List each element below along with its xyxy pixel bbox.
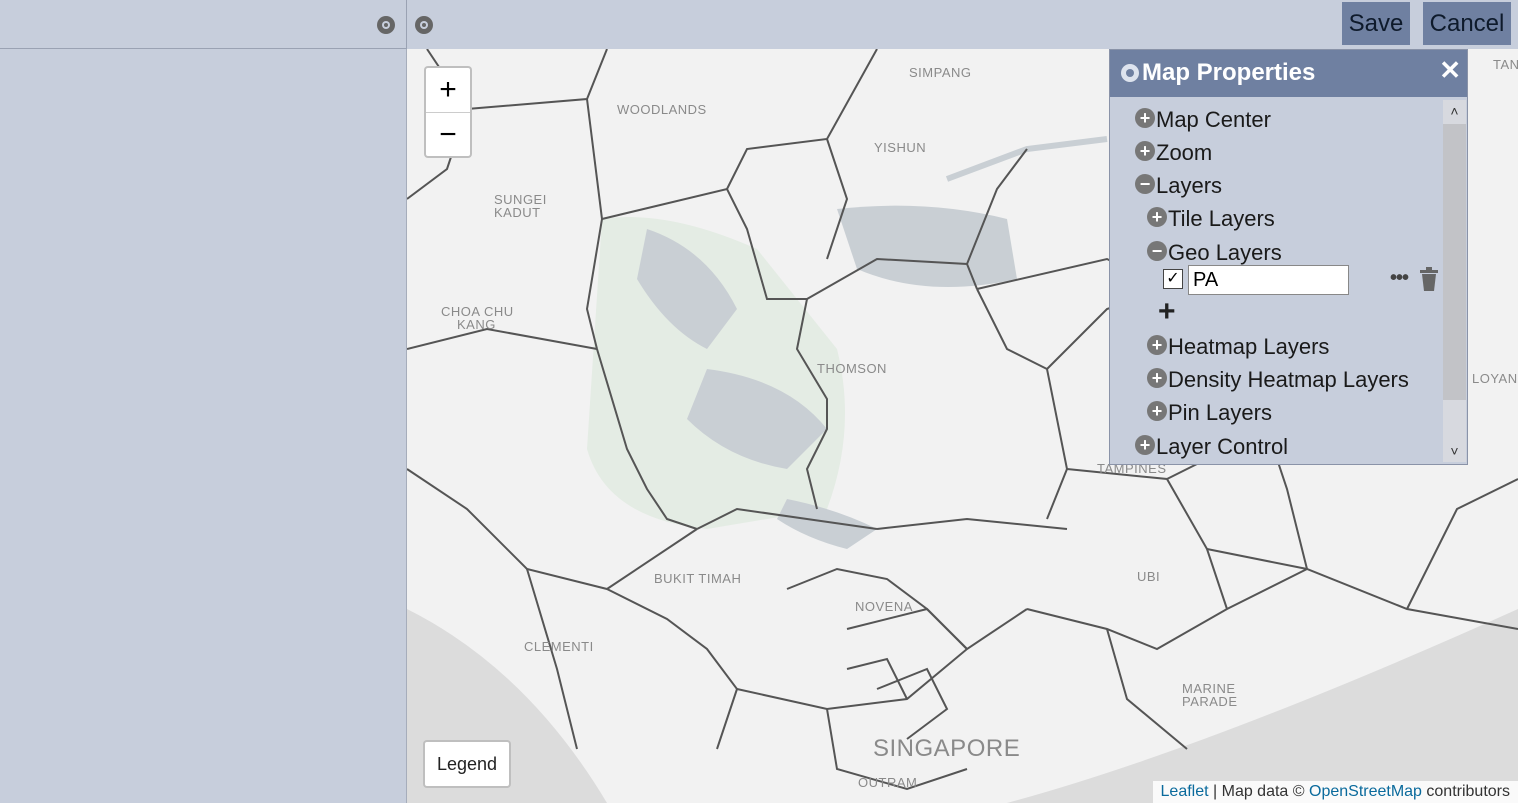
left-toolbar [0,0,407,49]
tree-item-label: Layer Control [1156,434,1289,459]
tree-item-label: Geo Layers [1168,240,1282,265]
tree-item-label: Zoom [1156,140,1213,165]
trash-icon[interactable] [1418,267,1440,291]
tree-item-label: Pin Layers [1168,400,1272,425]
map-label: BUKIT TIMAH [654,571,742,586]
tree-item-map-center[interactable]: + Map Center [1135,107,1271,133]
map-properties-panel: Map Properties ✕ + Map Center + Zoom − Laye… [1109,49,1468,465]
scroll-down-icon[interactable]: ˅ [1443,440,1466,462]
zoom-in-button[interactable]: + [426,68,470,113]
tree-item-label: Map Center [1156,107,1271,132]
add-layer-button[interactable]: + [1158,295,1176,329]
tree-item-geo-layers[interactable]: − Geo Layers [1147,240,1282,266]
expand-icon[interactable]: + [1147,368,1167,388]
close-icon[interactable]: ✕ [1439,55,1461,86]
tree-item-tile-layers[interactable]: + Tile Layers [1147,206,1275,232]
tree-item-label: Layers [1156,173,1223,198]
cancel-button[interactable]: Cancel [1423,2,1511,45]
map-label: NOVENA [855,599,913,614]
more-icon[interactable]: ••• [1390,267,1409,290]
expand-icon[interactable]: + [1147,207,1167,227]
expand-icon[interactable]: + [1135,141,1155,161]
left-panel [0,49,407,803]
tree-item-layers[interactable]: − Layers [1135,173,1222,199]
leaflet-link[interactable]: Leaflet [1161,783,1209,800]
tree-item-heatmap-layers[interactable]: + Heatmap Layers [1147,334,1329,360]
map-label: WOODLANDS [617,102,707,117]
collapse-icon[interactable]: − [1147,241,1167,261]
expand-icon[interactable]: + [1147,335,1167,355]
expand-icon[interactable]: + [1147,401,1167,421]
attribution-separator: | Map data © [1208,783,1309,800]
expand-icon[interactable]: + [1135,108,1155,128]
map-label: KANG [457,317,496,332]
map-label: CLEMENTI [524,639,594,654]
scroll-up-icon[interactable]: ˄ [1443,100,1466,122]
map-label: UBI [1137,569,1161,584]
gear-icon [1121,64,1139,82]
panel-scrollbar[interactable]: ˄ ˅ [1443,100,1466,462]
map-label: SIMPANG [909,65,972,80]
tree-item-label: Heatmap Layers [1168,334,1330,359]
map-label: THOMSON [817,361,887,376]
gear-icon[interactable] [374,13,398,37]
layer-checkbox[interactable]: ✓ [1163,269,1183,289]
zoom-out-button[interactable]: − [426,113,470,157]
right-toolbar: Save Cancel [407,0,1518,48]
tree-item-label: Tile Layers [1168,206,1275,231]
map-label: TAN [1493,57,1518,72]
map-label: LOYAN [1472,371,1518,386]
map-label: PARADE [1182,694,1238,709]
save-button[interactable]: Save [1342,2,1410,45]
zoom-control: + − [424,66,472,158]
expand-icon[interactable]: + [1135,435,1155,455]
map-label: SINGAPORE [873,735,1021,762]
scrollbar-thumb[interactable] [1443,124,1466,400]
attribution: Leaflet | Map data © OpenStreetMap contr… [1152,781,1518,803]
tree-item-zoom[interactable]: + Zoom [1135,140,1212,166]
map-label: OUTRAM [858,775,918,790]
tree-item-density-heatmap-layers[interactable]: + Density Heatmap Layers [1147,367,1409,393]
legend-button[interactable]: Legend [423,740,511,788]
tree-item-layer-control[interactable]: + Layer Control [1135,434,1288,460]
layer-name-input[interactable]: PA [1188,265,1349,295]
osm-link[interactable]: OpenStreetMap [1309,783,1422,800]
tree-item-pin-layers[interactable]: + Pin Layers [1147,400,1272,426]
collapse-icon[interactable]: − [1135,174,1155,194]
attribution-suffix: contributors [1421,783,1510,800]
tree-item-label: Density Heatmap Layers [1168,367,1409,392]
gear-icon[interactable] [412,13,436,37]
panel-title: Map Properties [1142,59,1316,86]
map-label: KADUT [494,205,541,220]
panel-header: Map Properties ✕ [1110,50,1467,97]
map-label: YISHUN [874,140,927,155]
